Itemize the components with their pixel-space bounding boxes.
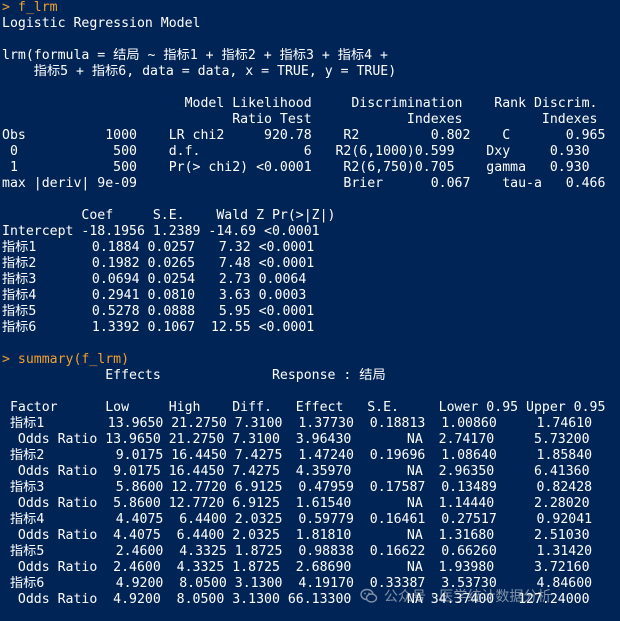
output-line: 指标2 0.1982 0.0265 7.48 <0.0001 [2, 256, 315, 271]
output-line: 指标3 0.0694 0.0254 2.73 0.0064 [2, 272, 307, 287]
output-line: 1 500 Pr(> chi2) <0.0001 R2(6,750)0.705 … [2, 160, 590, 175]
output-line: 指标4 4.4075 6.4400 2.0325 0.59779 0.16461… [2, 512, 593, 527]
command-line: > summary(f_lrm) [2, 352, 130, 367]
r-console[interactable]: > f_lrm Logistic Regression Model lrm(form… [0, 0, 620, 621]
output-line: max |deriv| 9e-09 Brier 0.067 tau-a 0.46… [2, 176, 606, 191]
output-line: 指标5 0.5278 0.0888 5.95 <0.0001 [2, 304, 315, 319]
output-line: 指标2 9.0175 16.4450 7.4275 1.47240 0.1969… [2, 448, 593, 463]
output-line: Obs 1000 LR chi2 920.78 R2 0.802 C 0.965 [2, 128, 606, 143]
output-line: Coef S.E. Wald Z Pr(>|Z|) [2, 208, 336, 223]
output-line: Odds Ratio 4.9200 8.0500 3.1300 66.13300… [2, 592, 590, 607]
output-line: 0 500 d.f. 6 R2(6,1000)0.599 Dxy 0.930 [2, 144, 590, 159]
output-line: Ratio Test Indexes Indexes [2, 112, 598, 127]
output-line: Odds Ratio 4.4075 6.4400 2.0325 1.81810 … [2, 528, 590, 543]
output-line: 指标6 1.3392 0.1067 12.55 <0.0001 [2, 320, 315, 335]
command-line: > f_lrm [2, 0, 58, 15]
output-line: Odds Ratio 2.4600 4.3325 1.8725 2.68690 … [2, 560, 590, 575]
output-line: Model Likelihood Discrimination Rank Dis… [2, 96, 598, 111]
output-line: Odds Ratio 5.8600 12.7720 6.9125 1.61540… [2, 496, 590, 511]
output-line: Intercept -18.1956 1.2389 -14.69 <0.0001 [2, 224, 320, 239]
output-line: 指标5 2.4600 4.3325 1.8725 0.98838 0.16622… [2, 544, 593, 559]
output-line: 指标5 + 指标6, data = data, x = TRUE, y = TR… [2, 64, 397, 79]
console-output: > f_lrm Logistic Regression Model lrm(form… [2, 0, 620, 608]
output-line: 指标3 5.8600 12.7720 6.9125 0.47959 0.1758… [2, 480, 593, 495]
output-line: Odds Ratio 13.9650 21.2750 7.3100 3.9643… [2, 432, 590, 447]
output-line: Logistic Regression Model [2, 16, 201, 31]
output-line: Factor Low High Diff. Effect S.E. Lower … [2, 400, 606, 415]
output-line: 指标1 0.1884 0.0257 7.32 <0.0001 [2, 240, 315, 255]
output-line: 指标4 0.2941 0.0810 3.63 0.0003 [2, 288, 307, 303]
output-line: 指标6 4.9200 8.0500 3.1300 4.19170 0.33387… [2, 576, 593, 591]
output-line: 指标1 13.9650 21.2750 7.3100 1.37730 0.188… [2, 416, 593, 431]
output-line: lrm(formula = 结局 ~ 指标1 + 指标2 + 指标3 + 指标4… [2, 48, 388, 63]
output-line: Odds Ratio 9.0175 16.4450 7.4275 4.35970… [2, 464, 590, 479]
output-line: Effects Response : 结局 [2, 368, 386, 383]
